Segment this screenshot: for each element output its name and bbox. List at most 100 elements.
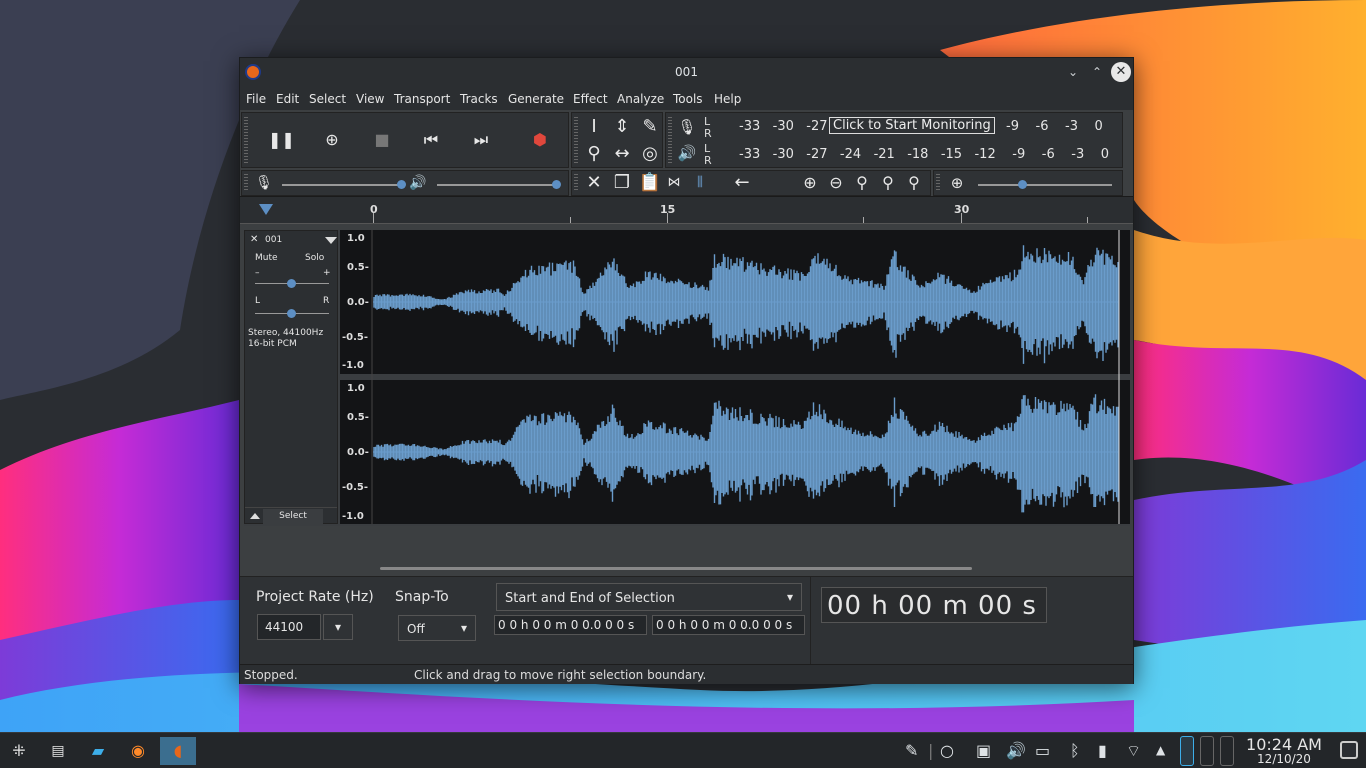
select-track-button[interactable]: Select xyxy=(263,509,323,524)
skip-to-start-button[interactable]: ⏮ xyxy=(418,128,444,152)
audacity-task-icon[interactable]: ◖ xyxy=(160,737,196,765)
menu-tracks[interactable]: Tracks xyxy=(460,92,498,106)
menu-transport[interactable]: Transport xyxy=(394,92,450,106)
menu-view[interactable]: View xyxy=(356,92,384,106)
menu-analyze[interactable]: Analyze xyxy=(617,92,664,106)
track-name[interactable]: 001 xyxy=(265,235,282,245)
slider-knob[interactable] xyxy=(287,309,296,318)
minimize-icon[interactable]: ⌄ xyxy=(1063,62,1083,82)
audio-position-display[interactable]: 00 h 00 m 00 s xyxy=(821,587,1047,623)
toolbar-grip[interactable] xyxy=(574,174,578,192)
zoom-out-icon[interactable]: ⊖ xyxy=(824,171,848,195)
pan-slider[interactable] xyxy=(255,309,329,318)
fit-selection-icon[interactable]: ⚲ xyxy=(850,171,874,195)
recording-volume-slider[interactable] xyxy=(282,180,406,189)
task-manager-icon[interactable]: ▤ xyxy=(44,737,72,765)
waveform-display[interactable]: 1.0 0.5- 0.0- -0.5- -1.0 1.0 0.5- 0.0- -… xyxy=(340,230,1130,524)
slider-knob[interactable] xyxy=(287,279,296,288)
virtual-desktop-2[interactable] xyxy=(1200,736,1214,766)
cut-icon[interactable]: ✕ xyxy=(582,171,606,195)
show-desktop-icon[interactable] xyxy=(1340,741,1358,759)
playback-speed-slider[interactable] xyxy=(978,180,1112,189)
menu-help[interactable]: Help xyxy=(714,92,741,106)
speaker-icon[interactable]: 🔊 xyxy=(676,141,698,165)
selection-mode-dropdown[interactable]: Start and End of Selection ▾ xyxy=(496,583,802,611)
toolbar-grip[interactable] xyxy=(244,174,248,192)
menu-edit[interactable]: Edit xyxy=(276,92,299,106)
skip-to-end-button[interactable]: ⏭ xyxy=(468,128,494,152)
solo-button[interactable]: Solo xyxy=(305,253,324,263)
selection-end-time[interactable]: 0 0 h 0 0 m 0 0.0 0 0 s xyxy=(652,615,805,635)
gain-slider[interactable] xyxy=(255,279,329,288)
zoom-tool-icon[interactable]: ⚲ xyxy=(582,142,606,166)
collapse-icon[interactable] xyxy=(250,513,260,519)
zoom-in-icon[interactable]: ⊕ xyxy=(798,171,822,195)
virtual-desktop-1[interactable] xyxy=(1180,736,1194,766)
clock-date[interactable]: 12/10/20 xyxy=(1244,752,1324,766)
firefox-icon[interactable]: ◉ xyxy=(124,737,152,765)
wifi-icon[interactable]: ⌔ xyxy=(1126,741,1141,761)
pause-button[interactable]: ❚❚ xyxy=(268,128,295,152)
stop-button[interactable]: ■ xyxy=(369,128,395,152)
record-meter-scale-left[interactable]: -33 -30 -27 xyxy=(739,119,828,134)
silence-icon[interactable]: ⫼ xyxy=(688,171,712,195)
undo-icon[interactable]: ← xyxy=(730,171,754,195)
draw-tool-icon[interactable]: ✎ xyxy=(638,115,662,139)
close-icon[interactable]: ✕ xyxy=(1111,62,1131,82)
toolbar-grip[interactable] xyxy=(574,117,578,163)
menu-generate[interactable]: Generate xyxy=(508,92,564,106)
bluetooth-icon[interactable]: ᛒ xyxy=(1070,741,1080,760)
status-bar: Stopped. Click and drag to move right se… xyxy=(240,664,1133,684)
zoom-toggle-icon[interactable]: ⚲ xyxy=(902,171,926,195)
slider-knob[interactable] xyxy=(552,180,561,189)
record-button[interactable]: ⬢ xyxy=(527,128,553,152)
mute-button[interactable]: Mute xyxy=(255,253,278,263)
track-close-icon[interactable]: ✕ xyxy=(250,234,258,245)
envelope-tool-icon[interactable]: ⇕ xyxy=(610,115,634,139)
track-menu-icon[interactable] xyxy=(325,237,337,244)
clipboard-icon[interactable]: ▣ xyxy=(976,741,991,760)
virtual-desktop-3[interactable] xyxy=(1220,736,1234,766)
fit-project-icon[interactable]: ⚲ xyxy=(876,171,900,195)
application-launcher-icon[interactable]: ⁜ xyxy=(5,737,33,765)
file-manager-icon[interactable]: ▰ xyxy=(84,737,112,765)
playback-meter-scale[interactable]: -33 -30 -27 -24 -21 -18 -15 -12 -9 -6 -3… xyxy=(739,147,1109,162)
time-shift-tool-icon[interactable]: ↔ xyxy=(610,142,634,166)
menu-effect[interactable]: Effect xyxy=(573,92,608,106)
playhead-icon[interactable] xyxy=(259,204,273,215)
play-at-speed-icon[interactable]: ⊕ xyxy=(946,171,968,195)
project-rate-dropdown[interactable]: ▾ xyxy=(323,614,353,640)
battery-icon[interactable]: ▭ xyxy=(1035,741,1050,760)
selection-tool-icon[interactable]: I xyxy=(582,115,606,139)
microphone-icon[interactable]: 🎙 xyxy=(676,115,698,139)
playback-volume-slider[interactable] xyxy=(437,180,561,189)
multi-tool-icon[interactable]: ◎ xyxy=(638,142,662,166)
snap-to-dropdown[interactable]: Off ▾ xyxy=(398,615,476,641)
toolbar-grip[interactable] xyxy=(244,117,248,163)
toolbar-grip[interactable] xyxy=(936,174,940,192)
volume-icon[interactable]: 🔊 xyxy=(1006,741,1026,760)
trim-icon[interactable]: ⋈ xyxy=(664,171,684,195)
usb-device-icon[interactable]: ▮ xyxy=(1098,741,1107,760)
track-format-line2: 16-bit PCM xyxy=(248,339,297,349)
activity-icon[interactable]: ○ xyxy=(940,741,954,760)
project-rate-input[interactable]: 44100 xyxy=(257,614,321,640)
horizontal-scrollbar[interactable] xyxy=(380,567,972,570)
menu-tools[interactable]: Tools xyxy=(673,92,703,106)
slider-knob[interactable] xyxy=(397,180,406,189)
timeline-ruler[interactable]: 0 15 30 xyxy=(240,196,1133,224)
toolbar-grip[interactable] xyxy=(668,117,672,163)
play-button[interactable]: ⊕ xyxy=(319,128,345,152)
paste-icon[interactable]: 📋 xyxy=(638,171,662,195)
recording-volume-icon: 🎙 xyxy=(255,175,273,191)
start-monitoring-button[interactable]: Click to Start Monitoring xyxy=(829,117,995,134)
color-picker-icon[interactable]: ✎ xyxy=(905,741,918,760)
menu-select[interactable]: Select xyxy=(309,92,346,106)
copy-icon[interactable]: ❐ xyxy=(610,171,634,195)
menu-file[interactable]: File xyxy=(246,92,266,106)
y-tick-label: 0.0- xyxy=(347,297,369,308)
tray-expand-icon[interactable]: ▲ xyxy=(1156,743,1165,757)
slider-knob[interactable] xyxy=(1018,180,1027,189)
maximize-icon[interactable]: ⌃ xyxy=(1087,62,1107,82)
selection-start-time[interactable]: 0 0 h 0 0 m 0 0.0 0 0 s xyxy=(494,615,647,635)
